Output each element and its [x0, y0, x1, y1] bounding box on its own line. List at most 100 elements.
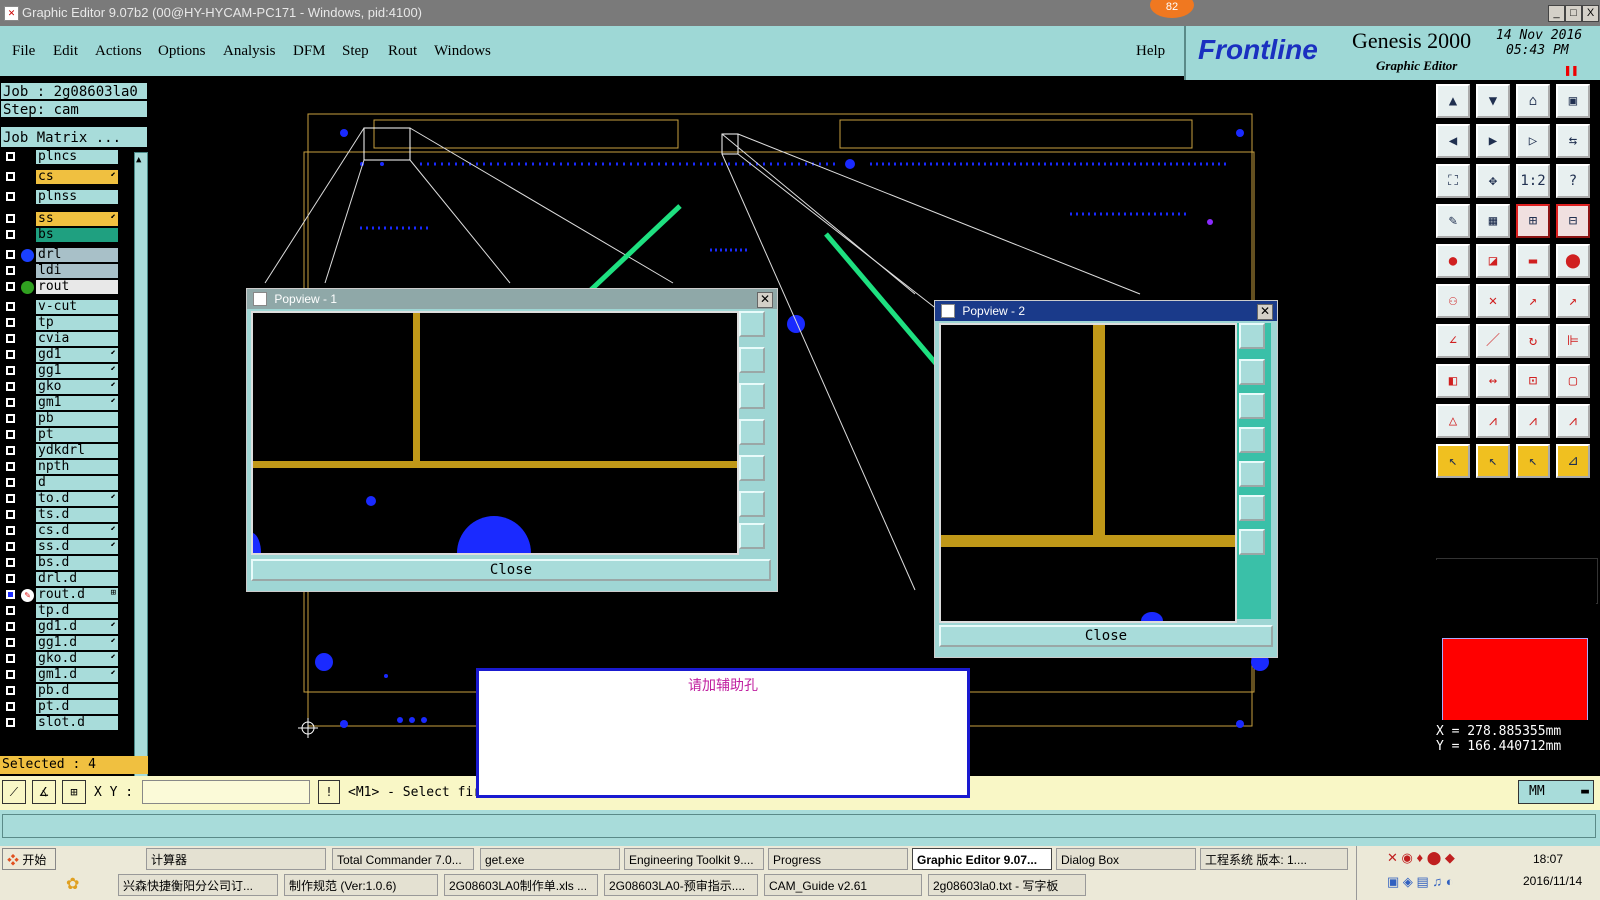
layer-row[interactable]: drl.d: [0, 572, 120, 587]
popview-2-close-x[interactable]: ✕: [1257, 304, 1273, 320]
rotate-tool-icon[interactable]: ↻: [1516, 324, 1550, 358]
window-titlebar[interactable]: ✕ Graphic Editor 9.07b2 (00@HY-HYCAM-PC1…: [0, 0, 1600, 26]
layer-name[interactable]: gd1.d: [36, 620, 118, 634]
layer-name[interactable]: bs.d: [36, 556, 118, 570]
popview-1-close-button[interactable]: Close: [251, 559, 771, 581]
menu-dfm[interactable]: DFM: [293, 43, 326, 60]
layer-row[interactable]: drl: [0, 248, 120, 263]
layer-row[interactable]: ts.d: [0, 508, 120, 523]
layer-checkbox[interactable]: [6, 542, 15, 551]
layer-row[interactable]: gko ⬋: [0, 380, 120, 395]
layer-checkbox[interactable]: [6, 366, 15, 375]
help-tool-icon[interactable]: ?: [1556, 164, 1590, 198]
layer-checkbox[interactable]: [6, 152, 15, 161]
layer-checkbox[interactable]: [6, 350, 15, 359]
layer-checkbox[interactable]: [6, 702, 15, 711]
menu-options[interactable]: Options: [158, 43, 206, 60]
layer-checkbox[interactable]: [6, 622, 15, 631]
pad-select-tool-icon[interactable]: ●: [1436, 244, 1470, 278]
layer-row[interactable]: cs.d ⬋: [0, 524, 120, 539]
layer-name[interactable]: drl.d: [36, 572, 118, 586]
taskbar-button[interactable]: CAM_Guide v2.61: [764, 874, 922, 896]
layer-name[interactable]: ldi: [36, 264, 118, 278]
snap-red-tool-icon[interactable]: ◪: [1476, 244, 1510, 278]
taskbar-button[interactable]: Engineering Toolkit 9....: [624, 848, 764, 870]
layer-row[interactable]: d: [0, 476, 120, 491]
layer-row[interactable]: gm1.d ⬋: [0, 668, 120, 683]
taskbar-button[interactable]: 制作规范 (Ver:1.0.6): [284, 874, 438, 896]
layer-name[interactable]: cs.d: [36, 524, 118, 538]
dimension-tool-icon[interactable]: ⊡: [1516, 364, 1550, 398]
layer-name[interactable]: gg1: [36, 364, 118, 378]
layer-name[interactable]: ydkdrl: [36, 444, 118, 458]
layer-name[interactable]: gm1: [36, 396, 118, 410]
layer-checkbox[interactable]: [6, 670, 15, 679]
ruler-tool-icon[interactable]: ▬: [1516, 244, 1550, 278]
fill-circle-tool-icon[interactable]: ⬤: [1556, 244, 1590, 278]
layer-checkbox[interactable]: [6, 686, 15, 695]
pan-left-tool-icon[interactable]: ◀: [1436, 124, 1470, 158]
layer-row[interactable]: gd1.d ⬋: [0, 620, 120, 635]
layer-row[interactable]: npth: [0, 460, 120, 475]
pv1-center-tool[interactable]: [739, 523, 765, 549]
layer-row[interactable]: gg1.d ⬋: [0, 636, 120, 651]
layer-row[interactable]: ldi: [0, 264, 120, 279]
minimize-button[interactable]: _: [1548, 5, 1565, 22]
layer-name[interactable]: tp: [36, 316, 118, 330]
layer-checkbox[interactable]: [6, 250, 15, 259]
layer-checkbox[interactable]: [6, 382, 15, 391]
layer-row[interactable]: pb.d: [0, 684, 120, 699]
layer-name[interactable]: cs: [36, 170, 118, 184]
quick-launch-icon[interactable]: ✿: [66, 874, 86, 894]
taskbar-button[interactable]: Progress: [768, 848, 908, 870]
layer-row[interactable]: plncs: [0, 150, 120, 165]
grid-tool-icon[interactable]: ⊞: [62, 780, 86, 804]
line-add-tool-icon[interactable]: ↗: [1516, 284, 1550, 318]
menu-help[interactable]: Help: [1136, 43, 1165, 60]
scroll-up-icon[interactable]: ▲: [136, 155, 141, 165]
layer-name[interactable]: plncs: [36, 150, 118, 164]
layer-name[interactable]: rout.d: [36, 588, 118, 602]
pointer-tool-icon[interactable]: ↖: [1436, 444, 1470, 478]
xy-input[interactable]: [142, 780, 310, 804]
menu-rout[interactable]: Rout: [388, 43, 417, 60]
popview-2-view[interactable]: [939, 323, 1237, 623]
layer-row[interactable]: plnss: [0, 190, 120, 205]
snap-tool-2-icon[interactable]: ∡: [32, 780, 56, 804]
taskbar-button[interactable]: 2G08603LA0-预审指示....: [604, 874, 758, 896]
layer-checkbox[interactable]: [6, 462, 15, 471]
layer-row[interactable]: gm1 ⬋: [0, 396, 120, 411]
layer-row[interactable]: gko.d ⬋: [0, 652, 120, 667]
layer-name[interactable]: d: [36, 476, 118, 490]
mirror-view-tool-icon[interactable]: ▷: [1516, 124, 1550, 158]
popview-1-view[interactable]: [251, 311, 739, 555]
layer-name[interactable]: drl: [36, 248, 118, 262]
flip-view-tool-icon[interactable]: ⇆: [1556, 124, 1590, 158]
layer-checkbox[interactable]: [6, 558, 15, 567]
triangle-1-tool-icon[interactable]: △: [1436, 404, 1470, 438]
units-selector[interactable]: MM ▬: [1518, 780, 1594, 804]
line-diag-tool-icon[interactable]: ／: [1476, 324, 1510, 358]
triangle-4-tool-icon[interactable]: ⩘: [1556, 404, 1590, 438]
popview-2-titlebar[interactable]: Popview - 2: [935, 301, 1277, 321]
taskbar-button[interactable]: 计算器: [146, 848, 326, 870]
pv2-fit-tool[interactable]: [1239, 495, 1265, 521]
zoom-home-tool-icon[interactable]: ▣: [1556, 84, 1590, 118]
layer-name[interactable]: slot.d: [36, 716, 118, 730]
layer-row[interactable]: pb: [0, 412, 120, 427]
layer-name[interactable]: ss: [36, 212, 118, 226]
clear-select-tool-icon[interactable]: ✕: [1476, 284, 1510, 318]
layer-name[interactable]: v-cut: [36, 300, 118, 314]
layer-name[interactable]: bs: [36, 228, 118, 242]
move-feature-tool-icon[interactable]: ◧: [1436, 364, 1470, 398]
layer-checkbox[interactable]: [6, 718, 15, 727]
pv2-zoom-tool[interactable]: [1239, 323, 1265, 349]
layer-checkbox[interactable]: [6, 192, 15, 201]
layer-checkbox[interactable]: [6, 510, 15, 519]
pv2-pan-down-tool[interactable]: [1239, 393, 1265, 419]
layer-checkbox[interactable]: [6, 318, 15, 327]
pv1-pan-right-tool[interactable]: [739, 455, 765, 481]
taskbar-button[interactable]: Dialog Box: [1056, 848, 1196, 870]
taskbar-button[interactable]: Graphic Editor 9.07...: [912, 848, 1052, 870]
layer-name[interactable]: pt: [36, 428, 118, 442]
